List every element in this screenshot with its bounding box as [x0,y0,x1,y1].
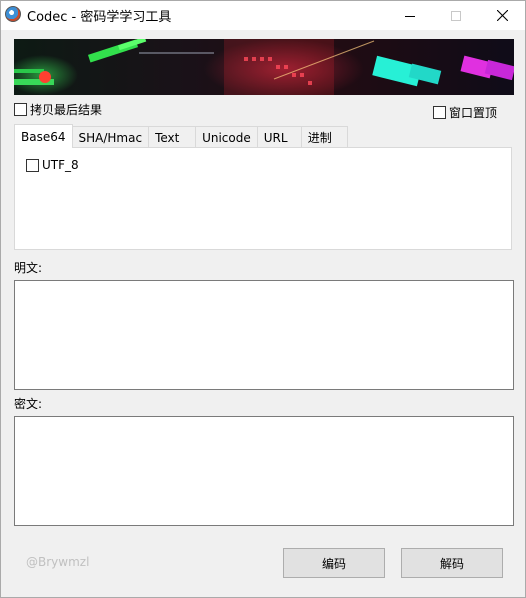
main-window: Codec - 密码学学习工具 拷贝最后结果 窗口置顶 Base64 SHA/H… [0,0,526,598]
utf8-label: UTF_8 [42,158,79,172]
plaintext-textarea[interactable] [14,280,514,390]
codec-tab-strip: Base64 SHA/Hmac Text Unicode URL 进制 [14,124,348,148]
checkbox-box[interactable] [433,106,446,119]
encode-button[interactable]: 编码 [283,548,385,578]
tab-url[interactable]: URL [256,126,302,148]
tab-unicode[interactable]: Unicode [195,126,258,148]
header-banner-image [14,39,514,95]
tab-text[interactable]: Text [148,126,197,148]
ciphertext-label: 密文: [14,397,43,411]
maximize-icon [451,10,461,21]
decode-button[interactable]: 解码 [401,548,503,578]
base64-tab-panel: UTF_8 [14,147,512,250]
tab-base-conversion[interactable]: 进制 [300,126,348,148]
close-button[interactable] [479,1,525,30]
utf8-checkbox[interactable]: UTF_8 [26,158,79,172]
checkbox-box[interactable] [26,158,39,172]
copy-last-result-checkbox[interactable]: 拷贝最后结果 [14,101,102,118]
author-watermark: @Brywmzl [26,555,90,569]
ciphertext-textarea[interactable] [14,416,514,526]
minimize-icon [405,11,415,21]
window-title: Codec - 密码学学习工具 [27,10,172,25]
close-icon [496,10,508,21]
checkbox-box[interactable] [14,103,27,116]
minimize-button[interactable] [387,1,433,30]
maximize-button[interactable] [433,1,479,30]
tab-base64[interactable]: Base64 [14,124,73,148]
always-on-top-checkbox[interactable]: 窗口置顶 [433,104,497,121]
copy-last-result-label: 拷贝最后结果 [30,103,103,117]
title-bar[interactable]: Codec - 密码学学习工具 [1,1,525,30]
tab-sha-hmac[interactable]: SHA/Hmac [71,126,150,148]
always-on-top-label: 窗口置顶 [449,106,498,120]
plaintext-label: 明文: [14,261,43,275]
codec-app-icon[interactable] [5,6,21,22]
